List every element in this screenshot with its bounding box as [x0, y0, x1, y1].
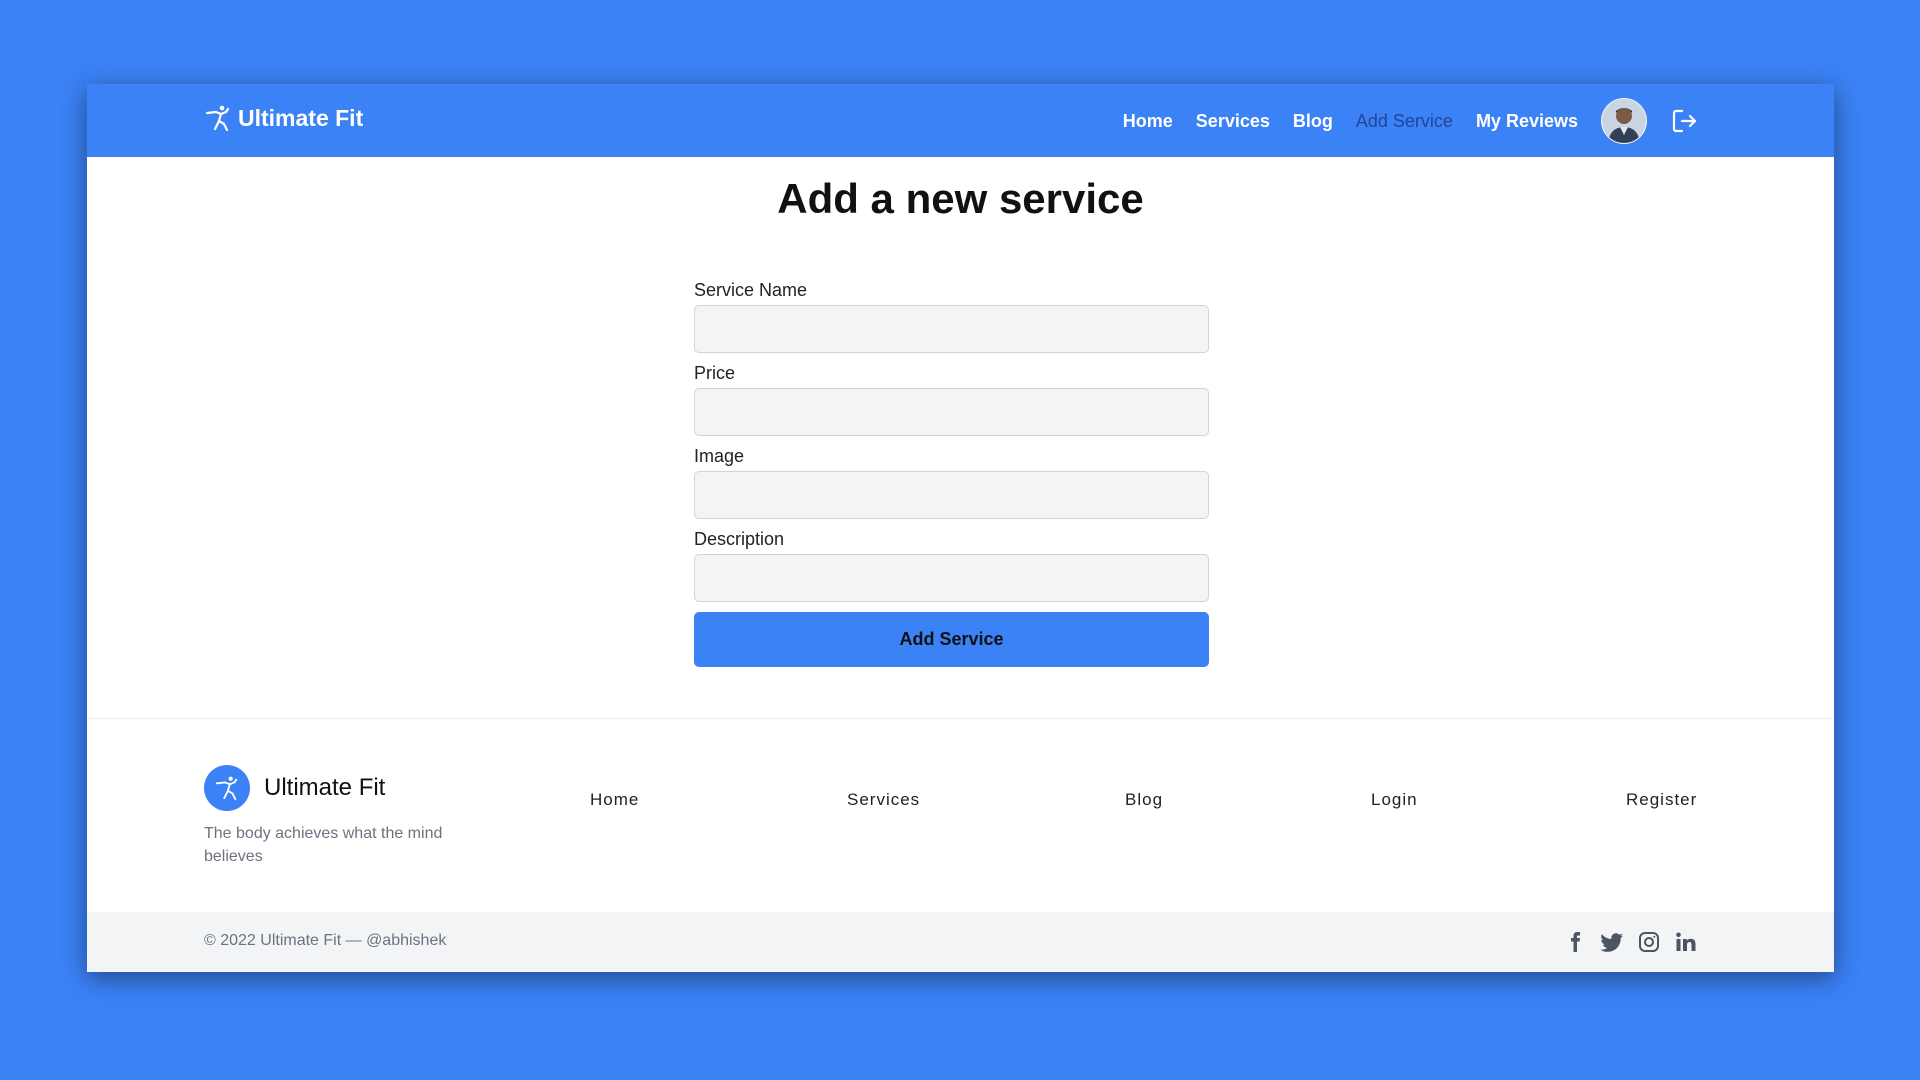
user-avatar[interactable]	[1601, 98, 1647, 144]
nav-services[interactable]: Services	[1196, 111, 1270, 132]
price-field: Price	[694, 363, 1209, 436]
nav-my-reviews[interactable]: My Reviews	[1476, 111, 1578, 132]
social-links	[1550, 930, 1698, 954]
footer-link-blog[interactable]: Blog	[1125, 790, 1163, 810]
footer-nav: Home Services Blog Login Register	[87, 790, 1834, 814]
footer-tagline: The body achieves what the mind believes	[204, 825, 443, 865]
add-service-button[interactable]: Add Service	[694, 612, 1209, 667]
image-field: Image	[694, 446, 1209, 519]
add-service-form: Service Name Price Image Description Add…	[694, 280, 1209, 667]
logout-icon[interactable]	[1670, 107, 1698, 135]
description-field: Description	[694, 529, 1209, 602]
footer-divider	[87, 718, 1834, 719]
brand-name: Ultimate Fit	[238, 104, 364, 131]
copyright-text: © 2022 Ultimate Fit — @abhishek	[204, 932, 447, 949]
linkedin-icon[interactable]	[1674, 930, 1698, 954]
image-label: Image	[694, 446, 745, 466]
service-name-input[interactable]	[694, 305, 1209, 353]
navbar: Ultimate Fit Home Services Blog Add Serv…	[87, 84, 1834, 157]
description-input[interactable]	[694, 554, 1209, 602]
browser-window: Ultimate Fit Home Services Blog Add Serv…	[87, 84, 1834, 972]
footer-link-services[interactable]: Services	[847, 790, 920, 810]
facebook-icon[interactable]	[1563, 930, 1587, 954]
nav-home[interactable]: Home	[1123, 111, 1173, 132]
footer-link-register[interactable]: Register	[1626, 790, 1697, 810]
nav-menu: Home Services Blog Add Service My Review…	[1123, 98, 1698, 144]
image-input[interactable]	[694, 471, 1209, 519]
instagram-icon[interactable]	[1637, 930, 1661, 954]
runner-icon	[204, 104, 232, 132]
brand-logo[interactable]: Ultimate Fit	[204, 104, 363, 132]
service-name-field: Service Name	[694, 280, 1209, 353]
footer-link-home[interactable]: Home	[590, 790, 639, 810]
nav-add-service[interactable]: Add Service	[1356, 111, 1453, 132]
description-label: Description	[694, 529, 785, 549]
footer-bottom-bar: © 2022 Ultimate Fit — @abhishek	[87, 912, 1834, 972]
nav-blog[interactable]: Blog	[1293, 111, 1333, 132]
service-name-label: Service Name	[694, 280, 808, 300]
footer-link-login[interactable]: Login	[1371, 790, 1418, 810]
twitter-icon[interactable]	[1600, 930, 1624, 954]
page-title: Add a new service	[777, 175, 1144, 222]
price-label: Price	[694, 363, 736, 383]
price-input[interactable]	[694, 388, 1209, 436]
